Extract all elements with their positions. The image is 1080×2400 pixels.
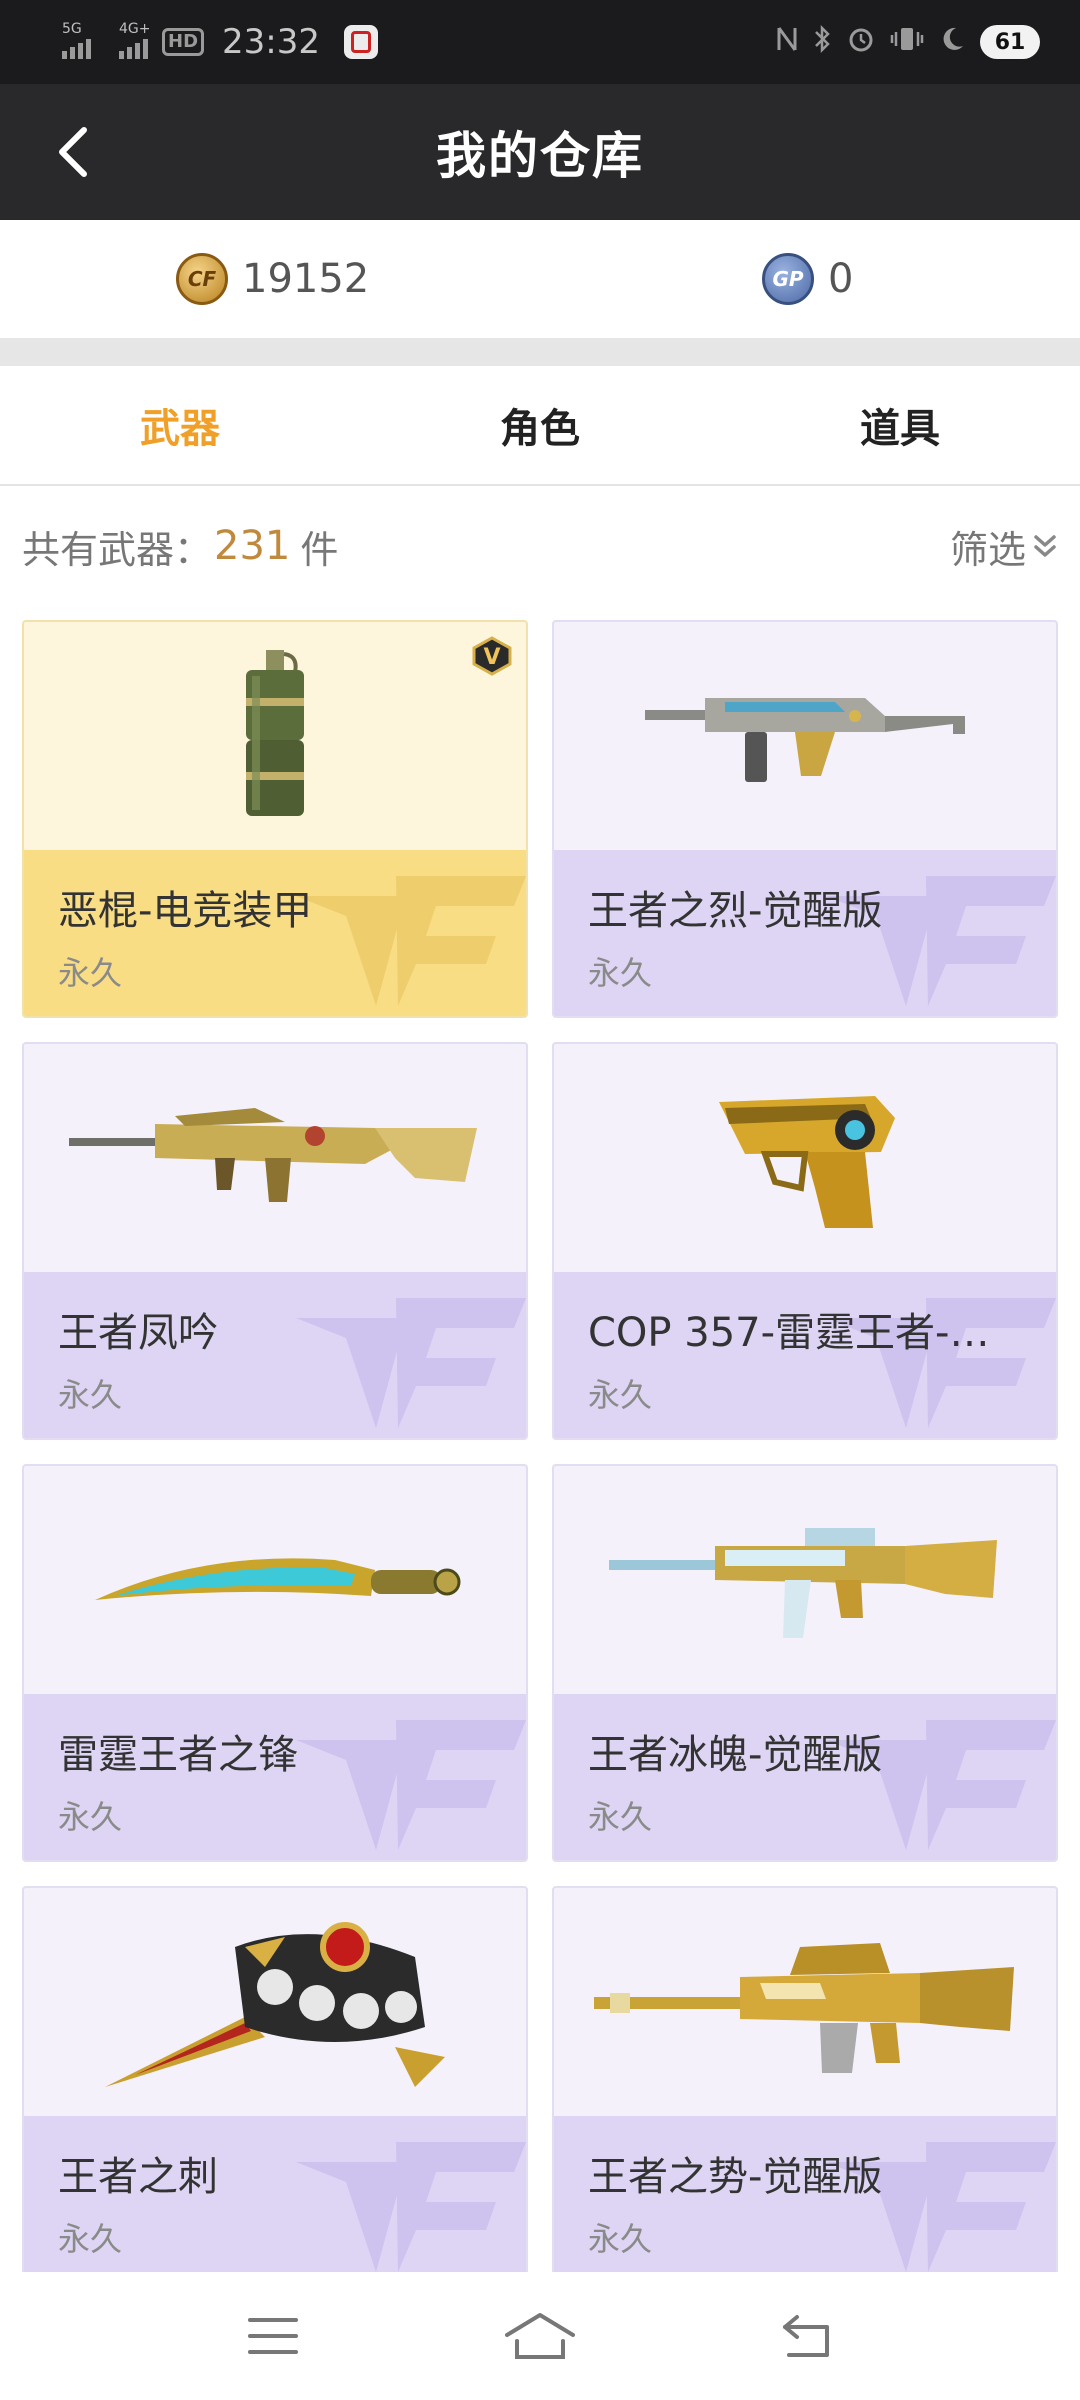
weapon-image xyxy=(24,1044,526,1272)
back-nav-button[interactable] xyxy=(767,2301,847,2371)
menu-icon xyxy=(248,2318,299,2354)
weapon-name: COP 357-雷霆王者-… xyxy=(588,1310,990,1356)
pistol-icon xyxy=(719,1096,895,1228)
weapon-name: 雷霆王者之锋 xyxy=(58,1732,298,1778)
knuckle-knife-icon xyxy=(105,1922,445,2087)
weapon-name: 王者凤吟 xyxy=(58,1310,218,1356)
weapon-info: 王者之势-觉醒版 永久 xyxy=(554,2116,1056,2272)
weapon-duration: 永久 xyxy=(588,1376,653,1414)
weapon-duration: 永久 xyxy=(58,2220,123,2258)
cf-amount: 19152 xyxy=(242,256,370,302)
weapon-name: 恶棍-电竞装甲 xyxy=(58,888,313,934)
gp-amount: 0 xyxy=(828,256,854,302)
status-bar: 5G 4G+ HD 23:32 61 xyxy=(0,0,1080,84)
nfc-icon xyxy=(776,24,798,61)
weapon-image xyxy=(554,1888,1056,2116)
signal-5g-label: 5G xyxy=(62,21,82,37)
count-unit: 件 xyxy=(300,527,339,572)
weapon-info: 恶棍-电竞装甲 永久 xyxy=(24,850,526,1016)
weapon-duration: 永久 xyxy=(58,1376,123,1414)
weapon-image xyxy=(24,1466,526,1694)
weapon-count-row: 共有武器： 231 件 筛选 xyxy=(0,486,1080,606)
cf-balance: CF 19152 xyxy=(176,253,369,305)
weapon-grid: V 恶棍-电竞装甲 永久 王者之烈-觉醒版 永久 王者凤吟 永久 COP 357… xyxy=(22,620,1058,2272)
app-header: 我的仓库 xyxy=(0,84,1080,220)
hd-icon: HD xyxy=(162,28,205,56)
vibrate-icon xyxy=(890,24,924,61)
weapon-card[interactable]: 王者之烈-觉醒版 永久 xyxy=(552,620,1058,1018)
weapon-image xyxy=(554,622,1056,850)
status-left: 5G 4G+ HD 23:32 xyxy=(62,21,378,62)
weapon-info: 雷霆王者之锋 永久 xyxy=(24,1694,526,1860)
vip-badge-icon: V xyxy=(472,636,512,680)
weapon-image xyxy=(24,622,526,850)
tab-items[interactable]: 道具 xyxy=(720,366,1080,484)
gp-balance: GP 0 xyxy=(762,253,853,305)
tab-weapons[interactable]: 武器 xyxy=(0,366,360,484)
weapon-info: COP 357-雷霆王者-… 永久 xyxy=(554,1272,1056,1438)
gp-coin-icon: GP xyxy=(762,253,814,305)
blade-icon xyxy=(95,1558,461,1600)
weapon-name: 王者之烈-觉醒版 xyxy=(588,888,883,934)
bluetooth-icon xyxy=(812,24,832,61)
alarm-icon xyxy=(846,24,876,61)
weapon-info: 王者之烈-觉醒版 永久 xyxy=(554,850,1056,1016)
ice-rifle-icon xyxy=(609,1528,997,1638)
section-divider xyxy=(0,338,1080,366)
home-icon xyxy=(504,2313,575,2359)
status-right: 61 xyxy=(776,24,1040,61)
back-button[interactable] xyxy=(40,118,108,186)
weapon-card[interactable]: 王者之刺 永久 xyxy=(22,1886,528,2272)
weapon-card[interactable]: 王者凤吟 永久 xyxy=(22,1042,528,1440)
smg-icon xyxy=(645,698,965,782)
weapon-name: 王者之势-觉醒版 xyxy=(588,2154,883,2200)
rifle-icon xyxy=(69,1108,477,1202)
cf-coin-icon: CF xyxy=(176,253,228,305)
filter-button[interactable]: 筛选 xyxy=(950,519,1058,574)
weapon-duration: 永久 xyxy=(588,1798,653,1836)
count-label: 共有武器： xyxy=(22,527,213,572)
weapon-card[interactable]: COP 357-雷霆王者-… 永久 xyxy=(552,1042,1058,1440)
weapon-card[interactable]: 王者之势-觉醒版 永久 xyxy=(552,1886,1058,2272)
weapon-duration: 永久 xyxy=(58,1798,123,1836)
weapon-info: 王者冰魄-觉醒版 永久 xyxy=(554,1694,1056,1860)
weapon-card[interactable]: V 恶棍-电竞装甲 永久 xyxy=(22,620,528,1018)
moon-icon xyxy=(938,24,966,61)
weapon-card[interactable]: 雷霆王者之锋 永久 xyxy=(22,1464,528,1862)
weapon-duration: 永久 xyxy=(588,2220,653,2258)
return-icon xyxy=(782,2315,829,2357)
weapon-image xyxy=(554,1466,1056,1694)
chevron-left-icon xyxy=(59,127,87,177)
count-value: 231 xyxy=(214,523,291,569)
grenade-icon xyxy=(246,650,304,816)
vip-badge-letter: V xyxy=(483,645,500,670)
home-nav-button[interactable] xyxy=(500,2301,580,2371)
category-tabs: 武器 角色 道具 xyxy=(0,366,1080,486)
menu-nav-button[interactable] xyxy=(233,2301,313,2371)
signal-4g-label: 4G+ xyxy=(119,21,151,37)
weapon-image xyxy=(554,1044,1056,1272)
weapon-info: 王者凤吟 永久 xyxy=(24,1272,526,1438)
tab-characters[interactable]: 角色 xyxy=(360,366,720,484)
app-notification-icon xyxy=(344,25,378,59)
system-nav-bar xyxy=(0,2272,1080,2400)
filter-label: 筛选 xyxy=(949,527,1026,572)
weapon-duration: 永久 xyxy=(588,954,653,992)
weapon-name: 王者冰魄-觉醒版 xyxy=(588,1732,883,1778)
signal-5g-icon: 5G xyxy=(62,21,91,59)
signal-4g-icon: 4G+ xyxy=(119,21,151,59)
weapon-name: 王者之刺 xyxy=(58,2154,218,2200)
weapon-image xyxy=(24,1888,526,2116)
gold-rifle-icon xyxy=(594,1943,1014,2073)
currency-row: CF 19152 GP 0 xyxy=(0,220,1080,338)
weapon-card[interactable]: 王者冰魄-觉醒版 永久 xyxy=(552,1464,1058,1862)
page-title: 我的仓库 xyxy=(436,127,644,185)
weapon-info: 王者之刺 永久 xyxy=(24,2116,526,2272)
weapon-duration: 永久 xyxy=(58,954,123,992)
battery-indicator: 61 xyxy=(980,25,1040,59)
double-chevron-down-icon xyxy=(1034,535,1056,557)
status-time: 23:32 xyxy=(222,22,320,62)
